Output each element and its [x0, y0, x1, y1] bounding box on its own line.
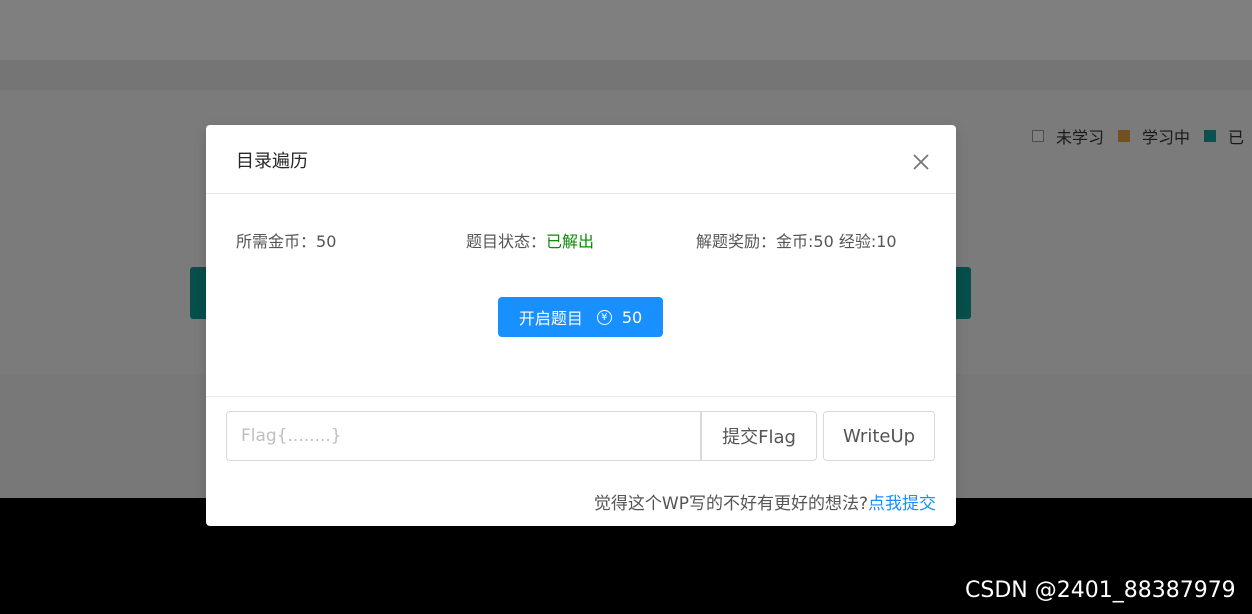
- required-coins-value: 50: [316, 232, 337, 251]
- modal-header: 目录遍历: [206, 125, 956, 194]
- solve-reward: 解题奖励：金币:50 经验:10: [696, 232, 897, 251]
- status-label: 题目状态：: [466, 232, 547, 251]
- start-challenge-button[interactable]: 开启题目 ¥ 50: [498, 297, 663, 337]
- challenge-status: 题目状态：已解出: [466, 228, 594, 252]
- divider: [206, 396, 956, 397]
- modal-title: 目录遍历: [236, 151, 308, 172]
- yen-coin-icon: ¥: [596, 309, 612, 325]
- required-coins-label: 所需金币：: [236, 232, 317, 251]
- feedback-line: 觉得这个WP写的不好有更好的想法?点我提交: [594, 489, 936, 514]
- start-button-cost: 50: [621, 307, 643, 327]
- writeup-button[interactable]: WriteUp: [823, 411, 935, 461]
- required-coins: 所需金币：50: [236, 228, 336, 252]
- submit-flag-button[interactable]: 提交Flag: [701, 411, 817, 461]
- status-badge: 已解出: [546, 232, 595, 251]
- watermark: CSDN @2401_88387979: [965, 578, 1236, 603]
- close-icon[interactable]: [909, 150, 933, 174]
- feedback-submit-link[interactable]: 点我提交: [868, 494, 936, 514]
- feedback-text: 觉得这个WP写的不好有更好的想法?: [593, 494, 868, 514]
- start-button-label: 开启题目: [518, 309, 583, 328]
- challenge-modal: 目录遍历 所需金币：50 题目状态：已解出 解题奖励：金币:50 经验:10 开…: [206, 125, 956, 526]
- flag-input[interactable]: [226, 411, 701, 461]
